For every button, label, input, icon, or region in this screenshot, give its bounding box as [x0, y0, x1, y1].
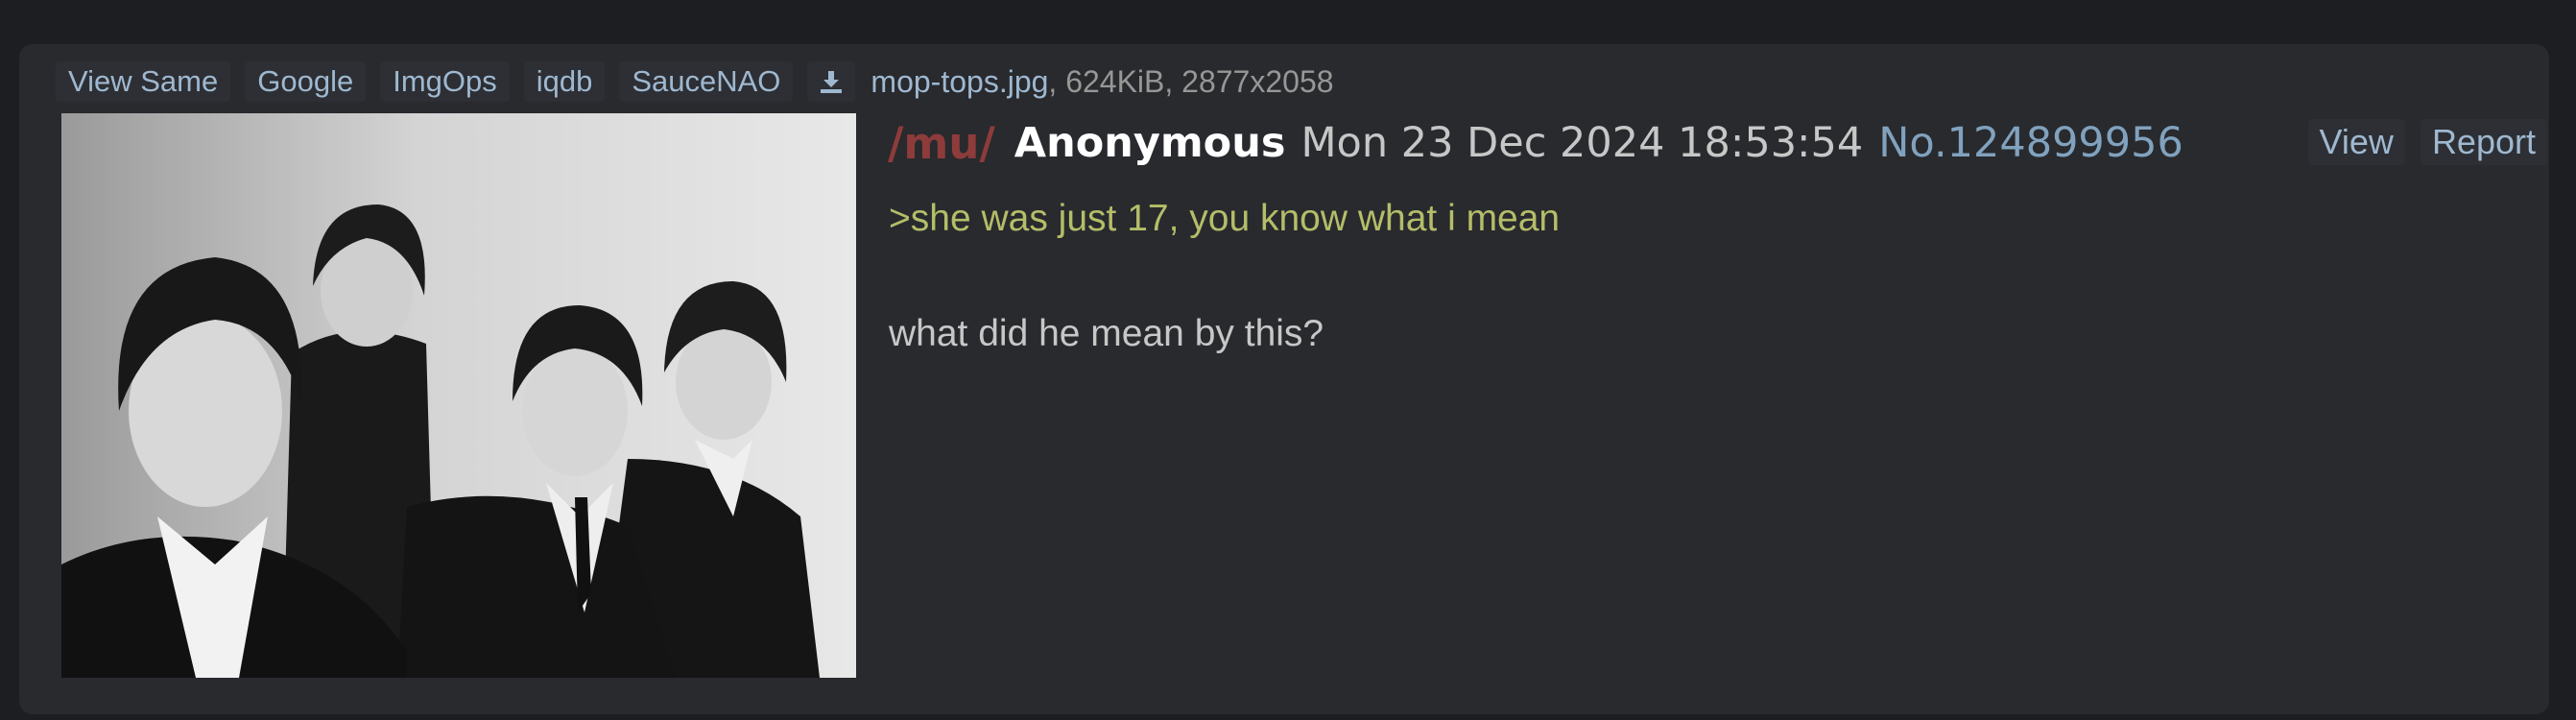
file-name-link[interactable]: mop-tops.jpg — [871, 64, 1048, 99]
board-link[interactable]: /mu/ — [888, 118, 995, 169]
post-datetime: Mon 23 Dec 2024 18:53:54 — [1300, 119, 1864, 167]
google-button[interactable]: Google — [245, 61, 367, 102]
imgops-button[interactable]: ImgOps — [380, 61, 510, 102]
post-thumbnail[interactable] — [61, 113, 856, 678]
file-info: mop-tops.jpg, 624KiB, 2877x2058 — [871, 64, 1333, 100]
download-icon — [821, 71, 843, 93]
view-same-button[interactable]: View Same — [56, 61, 231, 102]
iqdb-button[interactable]: iqdb — [523, 61, 606, 102]
greentext-line: >she was just 17, you know what i mean — [889, 198, 1561, 239]
saucenao-button[interactable]: SauceNAO — [619, 61, 794, 102]
poster-name: Anonymous — [1014, 119, 1286, 167]
view-button[interactable]: View — [2307, 119, 2405, 165]
post-number-link[interactable]: No.124899956 — [1878, 119, 2183, 167]
post-actions: View Report — [2293, 119, 2547, 165]
download-button[interactable] — [807, 61, 856, 102]
post-body: what did he mean by this? — [889, 313, 1324, 354]
post-header: /mu/ Anonymous Mon 23 Dec 2024 18:53:54 … — [888, 115, 2183, 171]
report-button[interactable]: Report — [2420, 119, 2547, 165]
file-toolbar: View Same Google ImgOps iqdb SauceNAO mo… — [56, 61, 1334, 102]
file-meta: , 624KiB, 2877x2058 — [1048, 63, 1334, 99]
photo-image — [61, 113, 856, 678]
